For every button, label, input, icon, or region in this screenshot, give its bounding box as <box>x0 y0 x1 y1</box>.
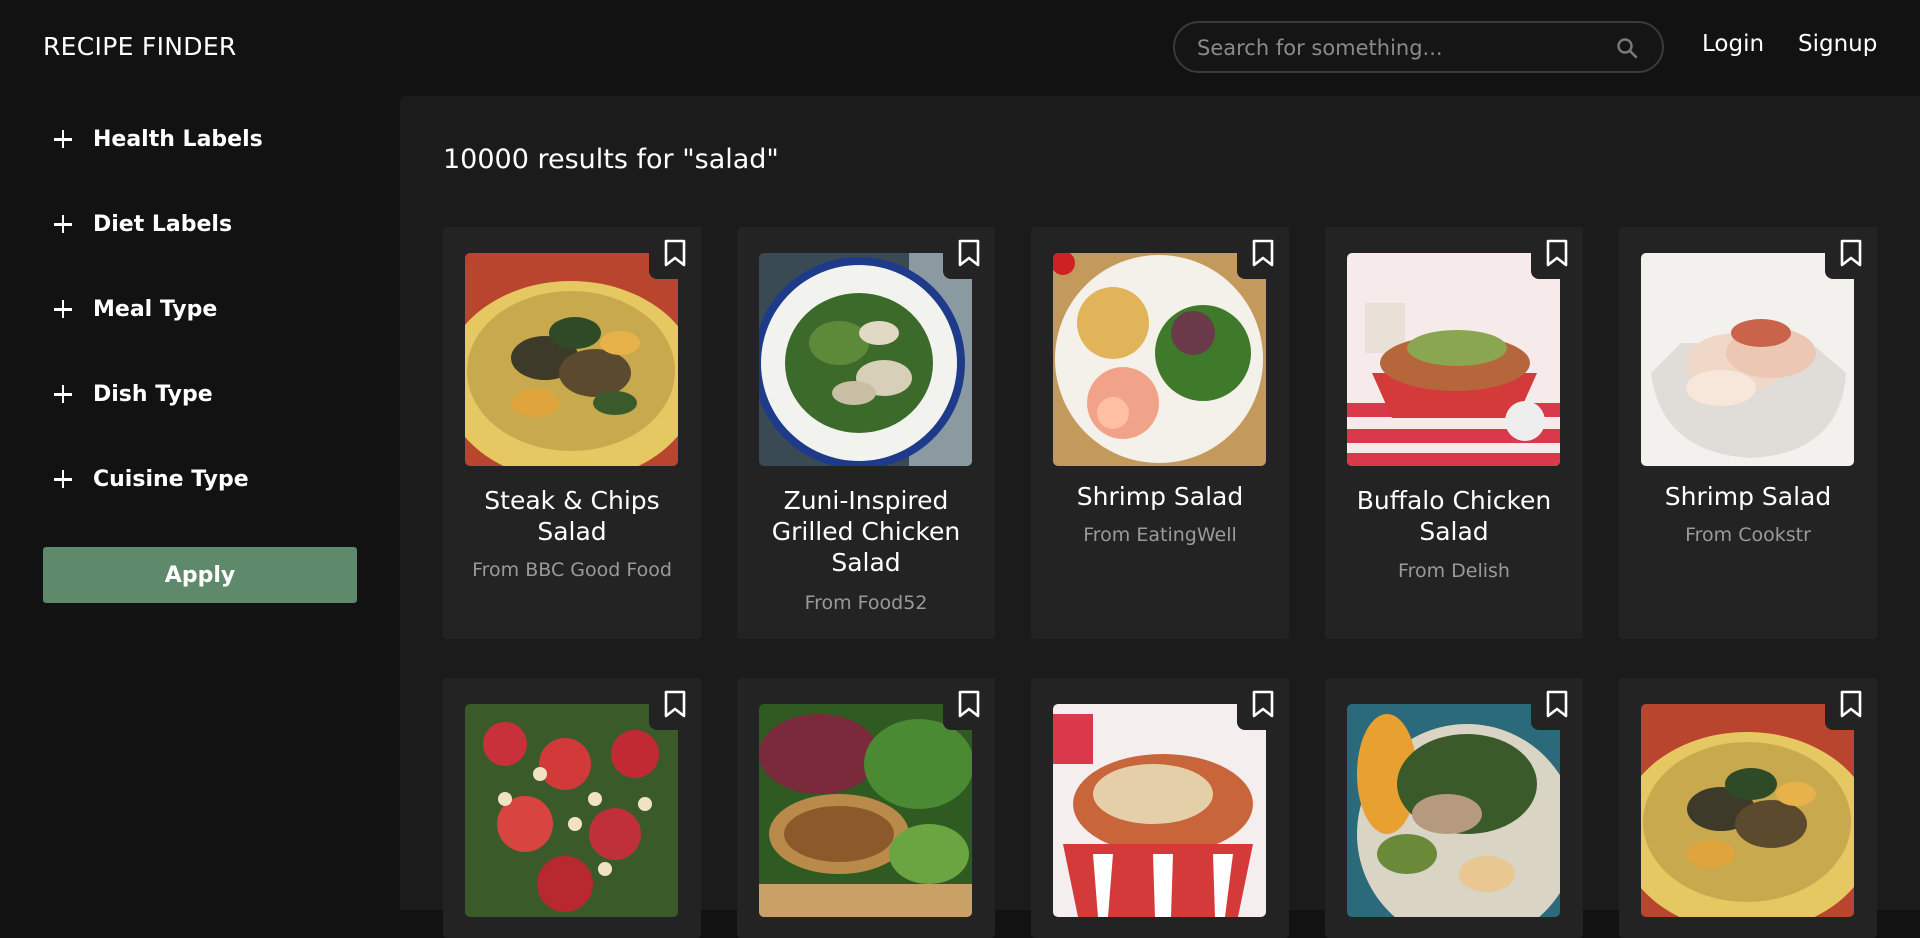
filter-label: Diet Labels <box>93 211 233 237</box>
recipe-card[interactable]: Buffalo Chicken Salad From Delish <box>1325 227 1583 639</box>
recipe-card[interactable]: Shrimp Salad From EatingWell <box>1031 227 1289 639</box>
recipe-card[interactable] <box>443 678 701 938</box>
recipe-name[interactable]: Shrimp Salad <box>1045 481 1275 512</box>
recipe-source: From BBC Good Food <box>472 559 672 581</box>
login-link[interactable]: Login <box>1702 31 1764 57</box>
top-header: RECIPE FINDER Login Signup <box>0 0 1920 96</box>
plus-icon <box>52 468 74 490</box>
filter-meal-type[interactable]: Meal Type <box>52 289 217 329</box>
recipe-card[interactable]: Zuni-Inspired Grilled Chicken Salad From… <box>737 227 995 639</box>
plus-icon <box>52 298 74 320</box>
recipe-image[interactable] <box>1347 253 1560 466</box>
recipe-image[interactable] <box>1053 253 1266 466</box>
recipe-image[interactable] <box>1347 704 1560 917</box>
results-title: 10000 results for "salad" <box>443 144 779 175</box>
recipe-card[interactable] <box>1619 678 1877 938</box>
bookmark-icon[interactable] <box>649 227 701 279</box>
recipe-name[interactable]: Steak & Chips Salad <box>457 485 687 547</box>
signup-link[interactable]: Signup <box>1798 31 1877 57</box>
recipe-source: From Cookstr <box>1685 524 1811 546</box>
filter-label: Dish Type <box>93 381 213 407</box>
filter-label: Meal Type <box>93 296 218 322</box>
plus-icon <box>52 383 74 405</box>
bookmark-icon[interactable] <box>1825 678 1877 730</box>
apply-button[interactable]: Apply <box>43 547 357 603</box>
bookmark-icon[interactable] <box>1237 227 1289 279</box>
results-panel: 10000 results for "salad" Steak & Chips … <box>400 96 1920 938</box>
recipe-card[interactable] <box>1031 678 1289 938</box>
plus-icon <box>52 128 74 150</box>
recipe-card[interactable] <box>1325 678 1583 938</box>
recipe-image[interactable] <box>759 704 972 917</box>
bookmark-icon[interactable] <box>1237 678 1289 730</box>
recipe-card[interactable] <box>737 678 995 938</box>
recipe-name[interactable]: Shrimp Salad <box>1633 481 1863 512</box>
bookmark-icon[interactable] <box>1531 678 1583 730</box>
filter-cuisine-type[interactable]: Cuisine Type <box>52 459 249 499</box>
recipe-image[interactable] <box>1641 704 1854 917</box>
recipe-source: From Delish <box>1398 560 1510 582</box>
recipe-image[interactable] <box>1641 253 1854 466</box>
recipe-image[interactable] <box>1053 704 1266 917</box>
recipe-card[interactable]: Shrimp Salad From Cookstr <box>1619 227 1877 639</box>
bookmark-icon[interactable] <box>1825 227 1877 279</box>
bookmark-icon[interactable] <box>943 678 995 730</box>
bookmark-icon[interactable] <box>649 678 701 730</box>
search-box[interactable] <box>1173 21 1664 73</box>
recipe-card[interactable]: Steak & Chips Salad From BBC Good Food <box>443 227 701 639</box>
plus-icon <box>52 213 74 235</box>
filter-label: Health Labels <box>93 126 263 152</box>
bookmark-icon[interactable] <box>943 227 995 279</box>
filter-sidebar: Health Labels Diet Labels Meal Type Dish… <box>0 96 400 910</box>
filter-diet-labels[interactable]: Diet Labels <box>52 204 232 244</box>
recipe-name[interactable]: Zuni-Inspired Grilled Chicken Salad <box>751 485 981 578</box>
app-logo[interactable]: RECIPE FINDER <box>43 32 237 61</box>
search-input[interactable] <box>1197 35 1597 61</box>
recipe-image[interactable] <box>465 704 678 917</box>
filter-label: Cuisine Type <box>93 466 249 492</box>
recipe-source: From Food52 <box>804 592 928 614</box>
recipe-source: From EatingWell <box>1083 524 1237 546</box>
recipe-image[interactable] <box>759 253 972 466</box>
recipe-name[interactable]: Buffalo Chicken Salad <box>1339 485 1569 547</box>
filter-dish-type[interactable]: Dish Type <box>52 374 213 414</box>
recipe-image[interactable] <box>465 253 678 466</box>
bookmark-icon[interactable] <box>1531 227 1583 279</box>
search-icon[interactable] <box>1615 36 1639 60</box>
filter-health-labels[interactable]: Health Labels <box>52 119 263 159</box>
